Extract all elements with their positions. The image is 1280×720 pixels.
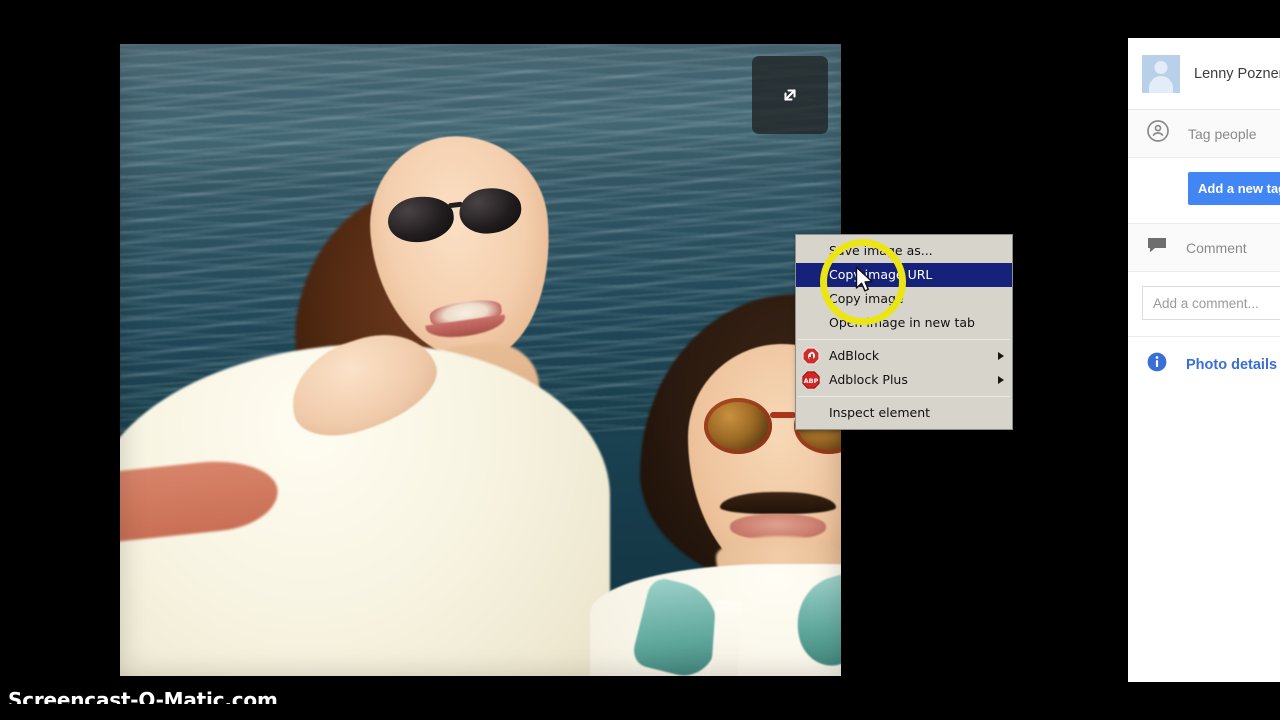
context-menu-item-label: AdBlock	[829, 348, 880, 363]
photo-canvas	[120, 44, 841, 676]
man-glasses-bridge	[770, 412, 796, 418]
context-menu-item-label: Inspect element	[829, 405, 931, 420]
context-menu-separator	[798, 339, 1010, 340]
add-comment-input[interactable]: Add a comment...	[1142, 286, 1280, 320]
comment-bubble-icon	[1146, 234, 1168, 261]
expand-photo-button[interactable]	[752, 56, 828, 134]
context-menu-item-label: Copy image URL	[829, 267, 933, 282]
context-menu-separator	[798, 396, 1010, 397]
avatar-body-shape	[1149, 75, 1173, 93]
sidebar-owner-row[interactable]: Lenny Pozner	[1128, 38, 1280, 110]
svg-text:ABP: ABP	[804, 377, 819, 385]
info-icon	[1146, 351, 1168, 378]
context-menu-item-label: Adblock Plus	[829, 372, 908, 387]
context-menu-item-label: Save image as...	[829, 243, 933, 258]
adblock-icon	[802, 347, 820, 365]
add-comment-placeholder: Add a comment...	[1153, 295, 1259, 311]
person-avatar-icon	[1142, 54, 1180, 93]
adblock-plus-icon: ABP	[802, 371, 820, 389]
context-menu-item-save-image-as[interactable]: Save image as...	[796, 239, 1012, 263]
context-menu-item-label: Copy image	[829, 291, 904, 306]
comment-label: Comment	[1186, 239, 1247, 256]
letterbox-top	[0, 0, 1280, 8]
woman-lens-right	[456, 184, 524, 237]
avatar-head-shape	[1154, 60, 1168, 74]
submenu-arrow-icon	[998, 352, 1004, 360]
photo-info-sidebar: Lenny Pozner Tag people Add a new tag Co…	[1128, 38, 1280, 682]
woman-lens-left	[385, 192, 457, 246]
context-menu-item-label: Open image in new tab	[829, 315, 975, 330]
photo-details-label: Photo details	[1186, 356, 1278, 373]
tag-people-label: Tag people	[1188, 125, 1257, 142]
expand-diagonal-arrow-icon	[773, 78, 807, 112]
man-mustache	[720, 492, 836, 514]
man-lens-left	[704, 398, 772, 454]
photo-details-row[interactable]: Photo details	[1128, 336, 1280, 392]
context-menu-item-copy-image-url[interactable]: Copy image URL	[796, 263, 1012, 287]
context-menu-item-open-image-in-new-tab[interactable]: Open image in new tab	[796, 311, 1012, 335]
context-menu-item-adblock-plus[interactable]: ABP Adblock Plus	[796, 368, 1012, 392]
context-menu-item-copy-image[interactable]: Copy image	[796, 287, 1012, 311]
tag-person-icon	[1146, 119, 1170, 148]
letterbox-bottom	[0, 704, 1280, 720]
tag-people-section-header: Tag people	[1128, 110, 1280, 158]
add-new-tag-button[interactable]: Add a new tag	[1188, 172, 1280, 205]
submenu-arrow-icon	[998, 376, 1004, 384]
comment-section-header: Comment	[1128, 224, 1280, 272]
context-menu-item-inspect-element[interactable]: Inspect element	[796, 401, 1012, 425]
browser-context-menu[interactable]: Save image as... Copy image URL Copy ima…	[795, 234, 1013, 430]
add-tag-button-row: Add a new tag	[1128, 158, 1280, 223]
photo-viewer-image[interactable]	[120, 44, 841, 676]
screen-root: Save image as... Copy image URL Copy ima…	[0, 0, 1280, 720]
owner-name: Lenny Pozner	[1194, 65, 1280, 82]
context-menu-item-adblock[interactable]: AdBlock	[796, 344, 1012, 368]
